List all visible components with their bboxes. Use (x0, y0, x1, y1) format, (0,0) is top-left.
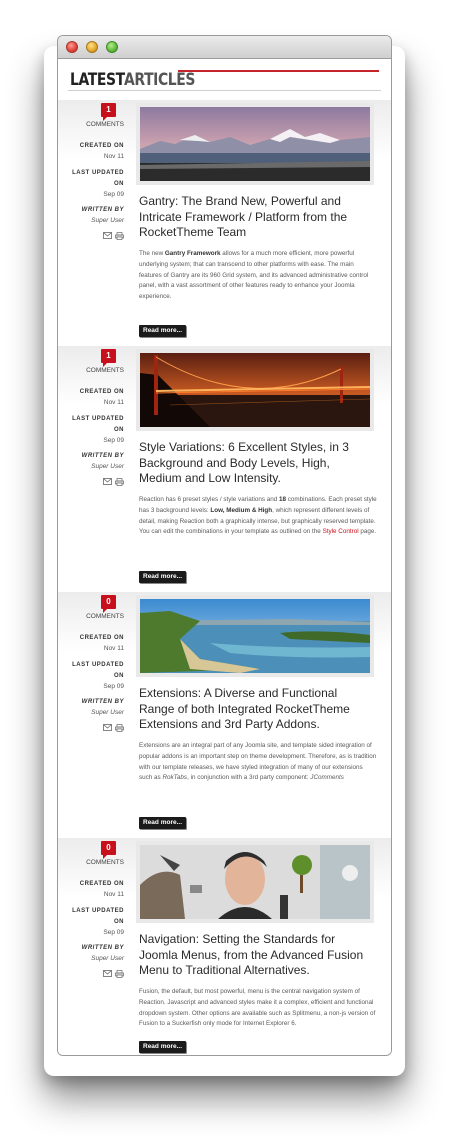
article-meta: 1 COMMENTS CREATED ON Nov 11 LAST UPDATE… (58, 346, 124, 496)
comments-label: COMMENTS (86, 367, 124, 374)
updated-date: Sep 09 (103, 929, 124, 936)
heading-strong: LATEST (70, 70, 125, 90)
zoom-window-button[interactable] (106, 41, 118, 53)
created-date: Nov 11 (103, 891, 124, 898)
snowy-mountains-lake-image (140, 107, 370, 181)
golden-gate-bridge-night-image (140, 353, 370, 427)
created-label: CREATED ON (79, 143, 124, 149)
created-label: CREATED ON (79, 389, 124, 395)
created-label: CREATED ON (79, 881, 124, 887)
author-name: Super User (91, 955, 124, 962)
read-more-button[interactable]: Read more... (139, 1041, 187, 1053)
article: 1 COMMENTS CREATED ON Nov 11 LAST UPDATE… (58, 100, 391, 346)
created-label: CREATED ON (79, 635, 124, 641)
comment-count-badge[interactable]: 0 (101, 841, 116, 859)
comments-label: COMMENTS (86, 121, 124, 128)
print-icon[interactable] (115, 970, 124, 978)
read-more-button[interactable]: Read more... (139, 325, 187, 337)
updated-label-on: ON (114, 181, 124, 187)
article-image-frame[interactable] (136, 349, 374, 431)
comment-count-badge[interactable]: 1 (101, 103, 116, 121)
article-meta: 0 COMMENTS CREATED ON Nov 11 LAST UPDATE… (58, 592, 124, 742)
article-title[interactable]: Extensions: A Diverse and Functional Ran… (139, 686, 374, 733)
article: 0 COMMENTS CREATED ON Nov 11 LAST UPDATE… (58, 838, 391, 1055)
minimize-window-button[interactable] (86, 41, 98, 53)
article-title[interactable]: Gantry: The Brand New, Powerful and Intr… (139, 194, 374, 241)
article-image-frame[interactable] (136, 841, 374, 923)
article-description: The new Gantry Framework allows for a mu… (139, 250, 369, 301)
updated-label-on: ON (114, 919, 124, 925)
comments-label: COMMENTS (86, 613, 124, 620)
heading-underline (68, 90, 381, 91)
created-date: Nov 11 (103, 153, 124, 160)
article-meta: 0 COMMENTS CREATED ON Nov 11 LAST UPDATE… (58, 838, 124, 988)
article-meta: 1 COMMENTS CREATED ON Nov 11 LAST UPDATE… (58, 100, 124, 250)
updated-label-on: ON (114, 427, 124, 433)
updated-date: Sep 09 (103, 437, 124, 444)
style-control-link[interactable]: Style Control (323, 528, 359, 535)
article-image-frame[interactable] (136, 103, 374, 185)
print-icon[interactable] (115, 478, 124, 486)
article-title[interactable]: Navigation: Setting the Standards for Jo… (139, 932, 374, 979)
article-title[interactable]: Style Variations: 6 Excellent Styles, in… (139, 440, 374, 487)
article-description: Reaction has 6 preset styles / style var… (139, 496, 377, 536)
updated-label-on: ON (114, 673, 124, 679)
article-description: Extensions are an integral part of any J… (139, 742, 377, 782)
updated-date: Sep 09 (103, 683, 124, 690)
surreal-collage-man-image (140, 845, 370, 919)
close-window-button[interactable] (66, 41, 78, 53)
heading-red-rule (178, 70, 379, 72)
author-name: Super User (91, 217, 124, 224)
written-by-label: WRITTEN BY (81, 207, 124, 213)
print-icon[interactable] (115, 724, 124, 732)
comments-label: COMMENTS (86, 859, 124, 866)
article: 0 COMMENTS CREATED ON Nov 11 LAST UPDATE… (58, 592, 391, 838)
article: 1 COMMENTS CREATED ON Nov 11 LAST UPDATE… (58, 346, 391, 592)
comment-count-badge[interactable]: 0 (101, 595, 116, 613)
created-date: Nov 11 (103, 645, 124, 652)
email-icon[interactable] (103, 970, 112, 978)
updated-label: LAST UPDATED (72, 908, 124, 914)
coastal-lagoon-image (140, 599, 370, 673)
article-image-frame[interactable] (136, 595, 374, 677)
email-icon[interactable] (103, 478, 112, 486)
window-titlebar (58, 36, 391, 59)
print-icon[interactable] (115, 232, 124, 240)
updated-label: LAST UPDATED (72, 170, 124, 176)
author-name: Super User (91, 463, 124, 470)
article-description: Fusion, the default, but most powerful, … (139, 988, 376, 1028)
comment-count-badge[interactable]: 1 (101, 349, 116, 367)
read-more-button[interactable]: Read more... (139, 571, 187, 583)
author-name: Super User (91, 709, 124, 716)
read-more-button[interactable]: Read more... (139, 817, 187, 829)
article-actions (103, 724, 124, 732)
email-icon[interactable] (103, 232, 112, 240)
article-actions (103, 232, 124, 240)
written-by-label: WRITTEN BY (81, 453, 124, 459)
article-actions (103, 478, 124, 486)
written-by-label: WRITTEN BY (81, 945, 124, 951)
updated-date: Sep 09 (103, 191, 124, 198)
email-icon[interactable] (103, 724, 112, 732)
updated-label: LAST UPDATED (72, 662, 124, 668)
created-date: Nov 11 (103, 399, 124, 406)
browser-window: LATEST ARTICLES 1 COMMENTS CREATED ON No… (57, 35, 392, 1056)
updated-label: LAST UPDATED (72, 416, 124, 422)
written-by-label: WRITTEN BY (81, 699, 124, 705)
heading-light: ARTICLES (123, 70, 195, 90)
article-actions (103, 970, 124, 978)
